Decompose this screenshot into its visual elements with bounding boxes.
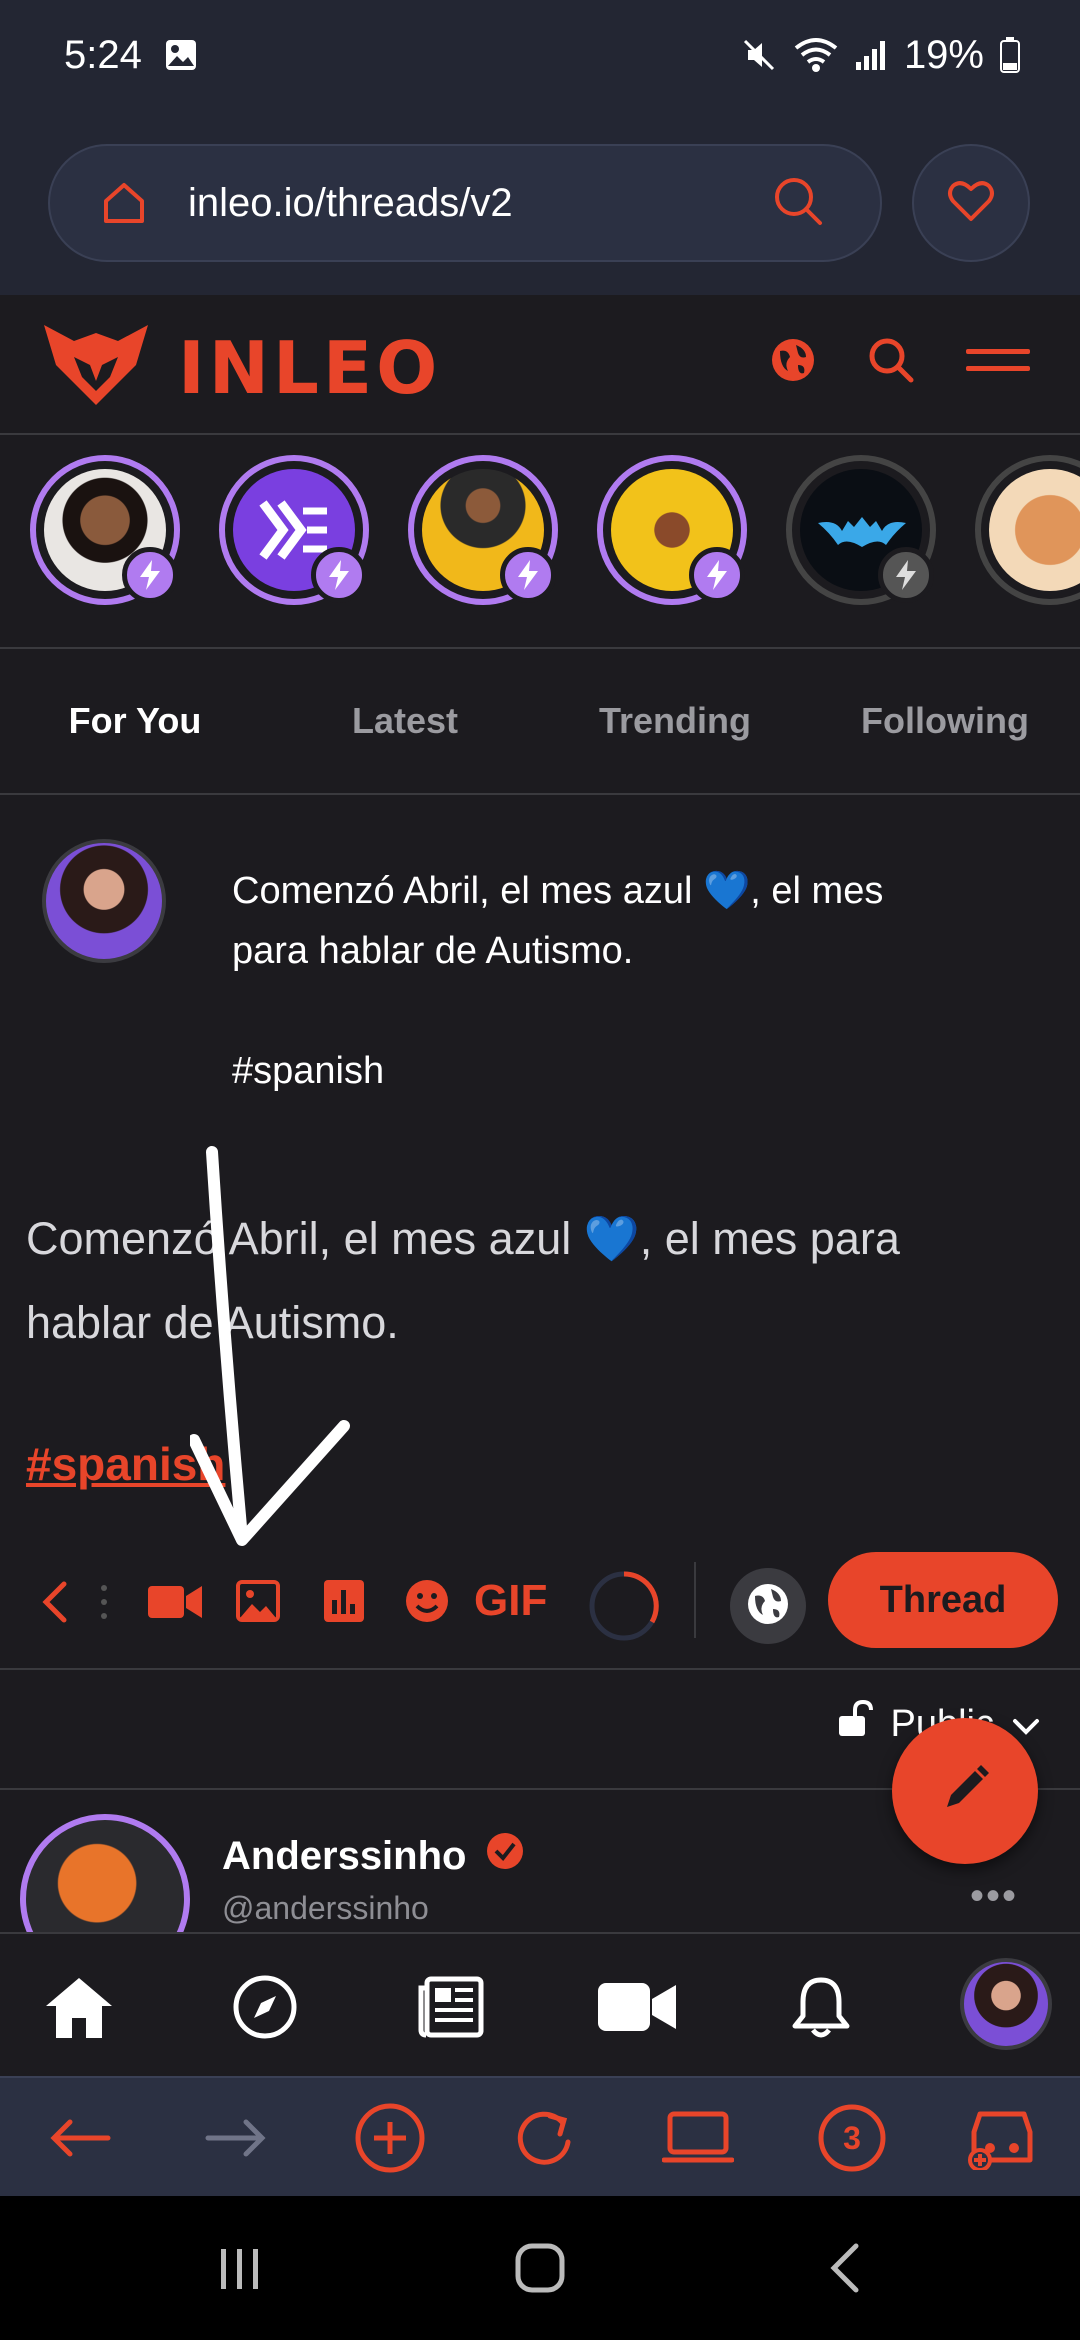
mute-icon (740, 36, 778, 74)
url-text[interactable]: inleo.io/threads/v2 (188, 181, 772, 226)
new-tab-icon[interactable] (354, 2102, 426, 2174)
browser-bottom-bar: 3 (0, 2076, 1080, 2196)
preview-line: Comenzó Abril, el mes azul 💙, el mes par… (26, 1213, 900, 1264)
heart-icon (947, 179, 995, 228)
app-bottom-nav (0, 1932, 1080, 2076)
reload-icon[interactable] (508, 2102, 580, 2174)
thread-preview: Comenzó Abril, el mes azul 💙, el mes par… (26, 1197, 1046, 1365)
gallery-notification-icon (164, 38, 198, 72)
lightning-icon (311, 547, 367, 603)
video-icon[interactable] (594, 1964, 680, 2050)
tab-for-you[interactable]: For You (0, 649, 270, 793)
extensions-icon[interactable] (966, 2102, 1038, 2174)
status-bar: 5:24 19% (0, 0, 1080, 110)
home-icon[interactable] (36, 1964, 122, 2050)
lightning-icon (689, 547, 745, 603)
battery-icon (1000, 37, 1020, 73)
unlock-icon (837, 1699, 873, 1748)
character-count-ring-icon (586, 1568, 662, 1644)
gif-button[interactable]: GIF (474, 1576, 547, 1626)
post-author-name[interactable]: Anderssinho (222, 1834, 466, 1879)
inleo-logo[interactable]: INLEO (40, 321, 441, 414)
toolbar-divider (694, 1562, 696, 1638)
recent-apps-icon[interactable] (200, 2236, 280, 2300)
more-horizontal-icon[interactable]: ••• (970, 1874, 1018, 1919)
search-icon[interactable] (868, 337, 914, 388)
search-icon[interactable] (772, 175, 824, 232)
story-item[interactable] (597, 455, 747, 605)
story-item[interactable] (219, 455, 369, 605)
profile-avatar[interactable] (960, 1958, 1052, 2050)
home-icon[interactable] (98, 177, 150, 229)
lightning-icon (122, 547, 178, 603)
divider (0, 1668, 1080, 1670)
tab-following[interactable]: Following (810, 649, 1080, 793)
thread-submit-button[interactable]: Thread (828, 1552, 1058, 1648)
feed-tabs: For You Latest Trending Following (0, 647, 1080, 795)
tab-trending[interactable]: Trending (540, 649, 810, 793)
lightning-icon (878, 547, 934, 603)
wifi-icon (794, 36, 838, 74)
newspaper-icon[interactable] (408, 1964, 494, 2050)
poll-icon[interactable] (324, 1580, 364, 1622)
user-avatar (42, 839, 166, 963)
tab-latest[interactable]: Latest (270, 649, 540, 793)
compass-icon[interactable] (222, 1964, 308, 2050)
stories-row (0, 437, 1080, 647)
composer-hashtag: #spanish (232, 1050, 385, 1092)
story-item[interactable] (30, 455, 180, 605)
bell-icon[interactable] (778, 1964, 864, 2050)
post-author-handle: @anderssinho (222, 1890, 429, 1926)
post-avatar[interactable] (20, 1814, 190, 1932)
globe-icon[interactable] (770, 337, 816, 388)
favorite-button[interactable] (912, 144, 1030, 262)
home-button-icon[interactable] (500, 2236, 580, 2300)
forward-arrow-icon[interactable] (200, 2102, 272, 2174)
desktop-mode-icon[interactable] (662, 2102, 734, 2174)
back-arrow-icon[interactable] (44, 2102, 116, 2174)
address-bar[interactable]: inleo.io/threads/v2 (48, 144, 882, 262)
video-icon[interactable] (148, 1584, 202, 1620)
lion-logo-icon (40, 321, 152, 414)
verified-badge-icon (486, 1832, 524, 1880)
brand-name: INLEO (178, 325, 442, 410)
globe-icon (746, 1582, 790, 1631)
tab-count-button[interactable]: 3 (816, 2102, 888, 2174)
signal-icon (854, 38, 888, 72)
story-item[interactable] (786, 455, 936, 605)
feed-post[interactable]: Anderssinho @anderssinho ••• (0, 1792, 1080, 1932)
status-time: 5:24 (64, 32, 142, 77)
annotation-arrow (190, 1146, 350, 1546)
system-navigation-bar (0, 2196, 1080, 2340)
thread-composer: Comenzó Abril, el mes azul 💙, el mes par… (0, 797, 1080, 1669)
preview-line: hablar de Autismo. (26, 1297, 399, 1348)
more-vertical-icon[interactable] (98, 1582, 110, 1622)
story-item[interactable] (975, 455, 1080, 605)
app-header: INLEO (0, 295, 1080, 435)
menu-icon[interactable] (966, 345, 1030, 380)
story-item[interactable] (408, 455, 558, 605)
composer-toolbar: GIF Thread (0, 1544, 1080, 1669)
language-button[interactable] (730, 1568, 806, 1644)
image-icon[interactable] (236, 1580, 280, 1622)
chevron-left-icon[interactable] (40, 1580, 70, 1624)
browser-toolbar: inleo.io/threads/v2 (0, 110, 1080, 295)
system-back-icon[interactable] (804, 2236, 884, 2300)
emoji-icon[interactable] (404, 1578, 450, 1624)
composer-input[interactable]: Comenzó Abril, el mes azul 💙, el mes par… (232, 861, 1032, 1101)
tab-count: 3 (843, 2119, 861, 2156)
composer-line: Comenzó Abril, el mes azul 💙, el mes (232, 870, 884, 912)
battery-percent: 19% (903, 32, 984, 77)
lightning-icon (500, 547, 556, 603)
composer-line: para hablar de Autismo. (232, 930, 634, 972)
